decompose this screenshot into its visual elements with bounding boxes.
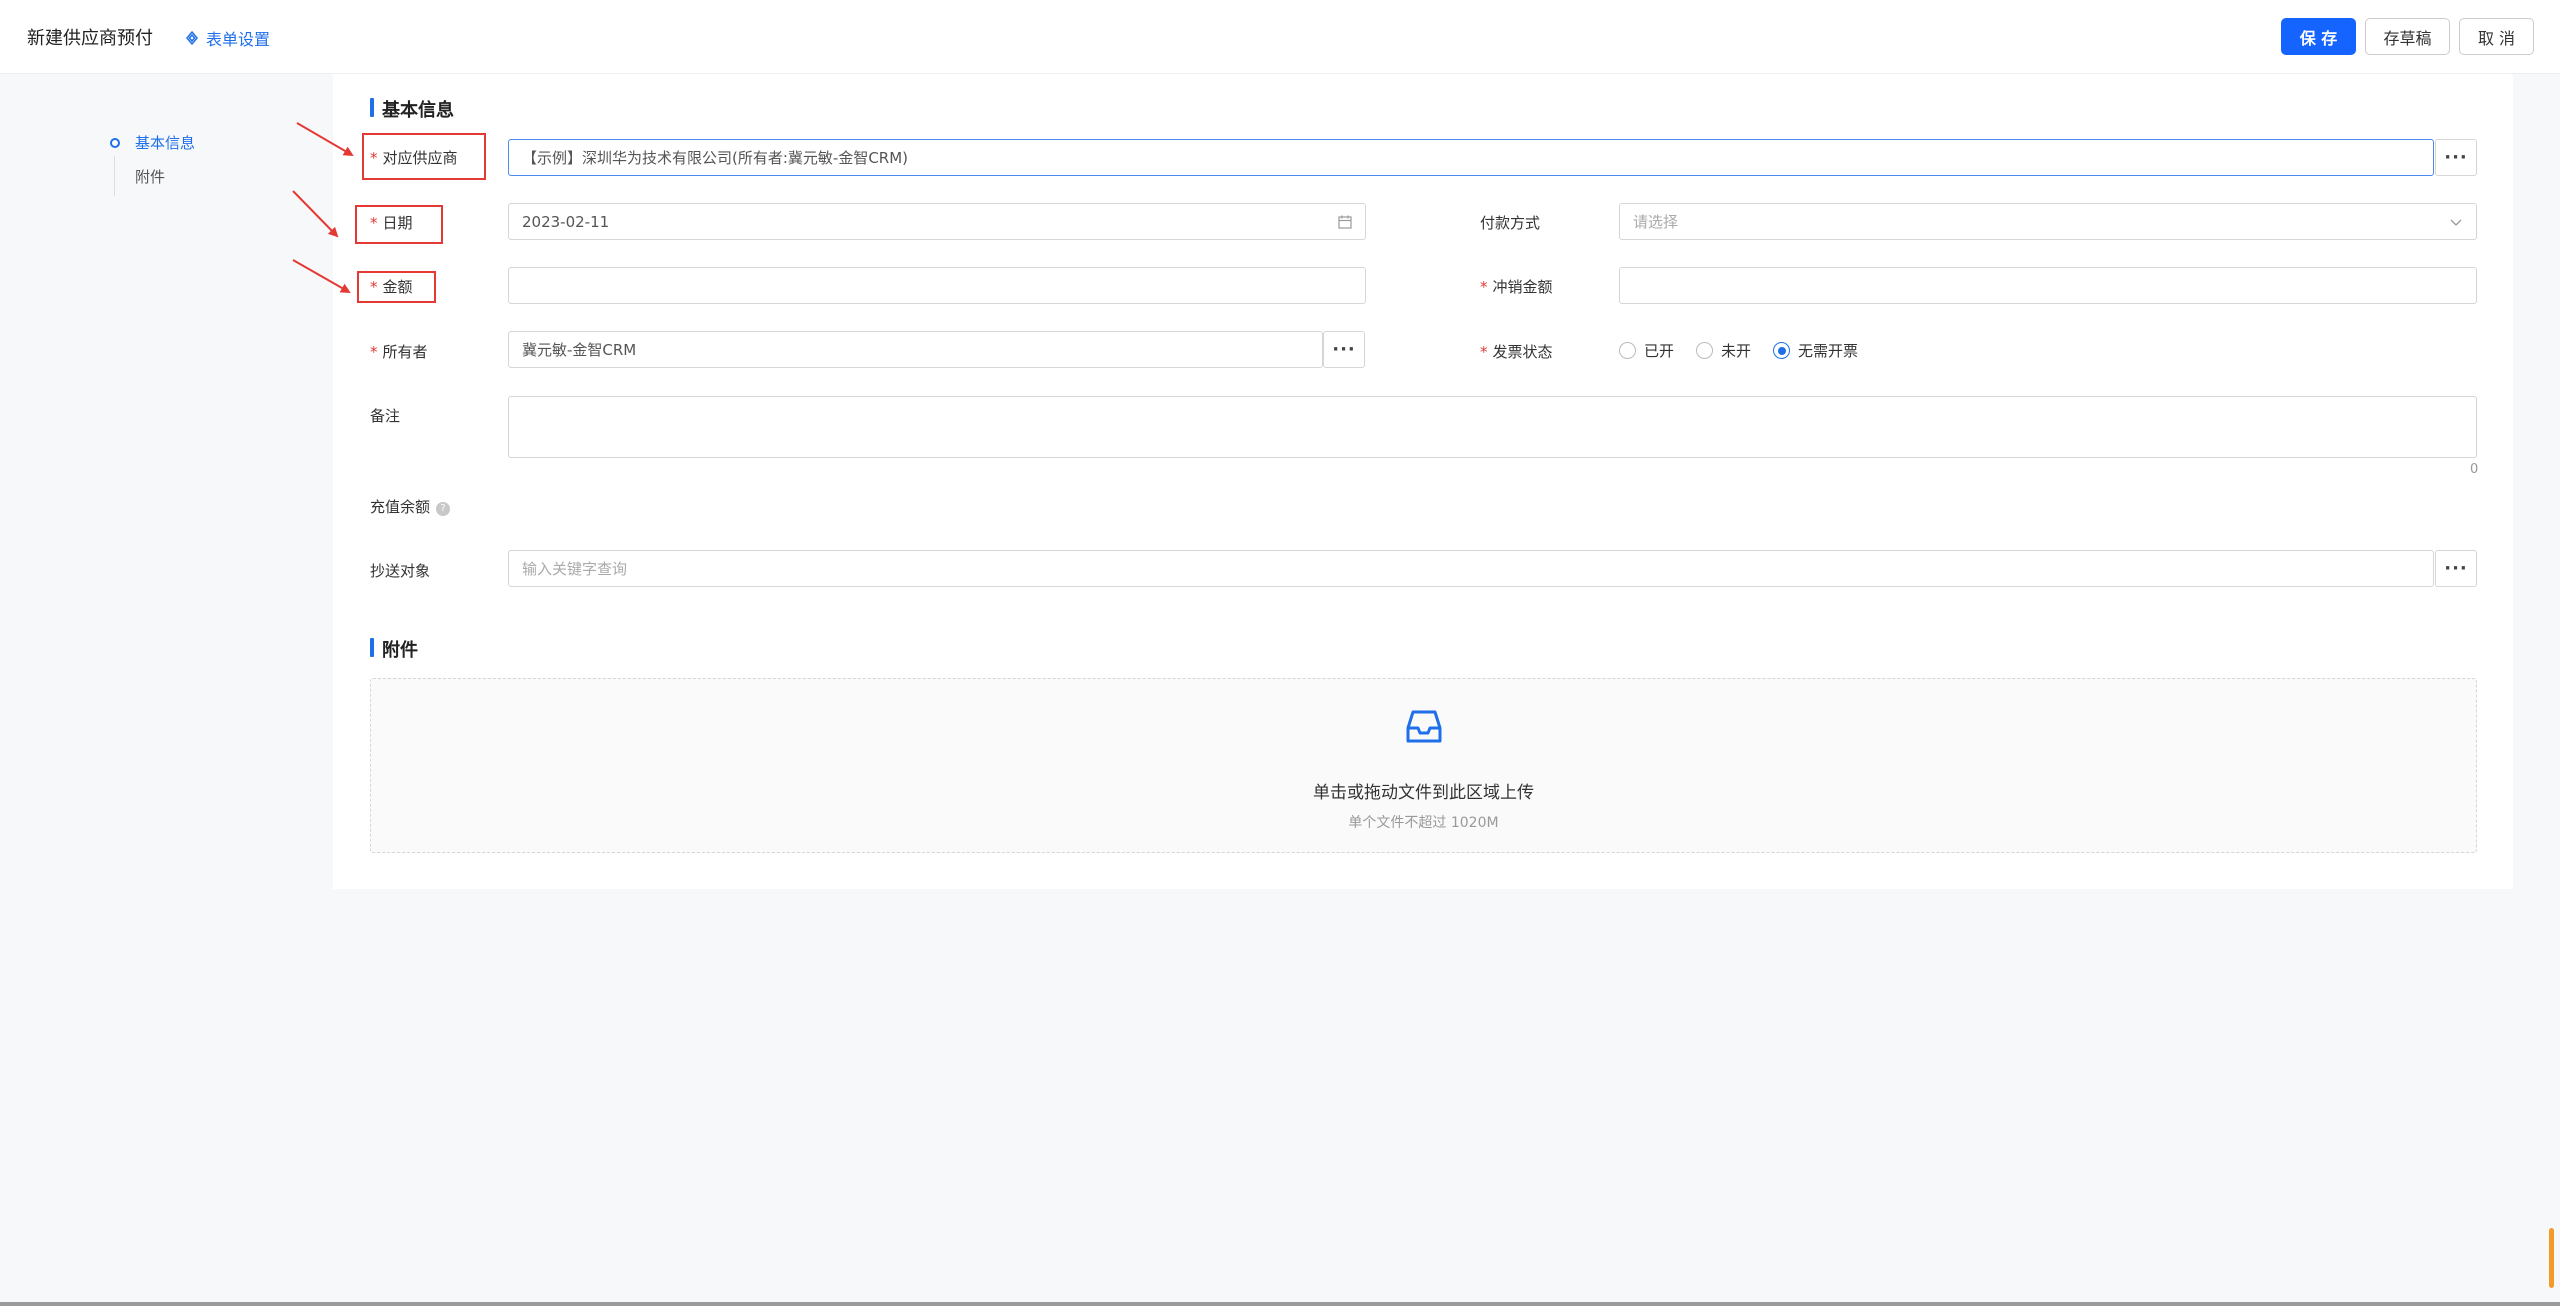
- annotation-arrows: [292, 122, 354, 293]
- arrow-date: [292, 190, 339, 238]
- window-bottom-edge: [0, 1302, 2560, 1306]
- arrow-amount: [292, 259, 351, 293]
- scrollbar-thumb[interactable]: [2549, 1228, 2554, 1288]
- arrow-supplier: [296, 122, 354, 157]
